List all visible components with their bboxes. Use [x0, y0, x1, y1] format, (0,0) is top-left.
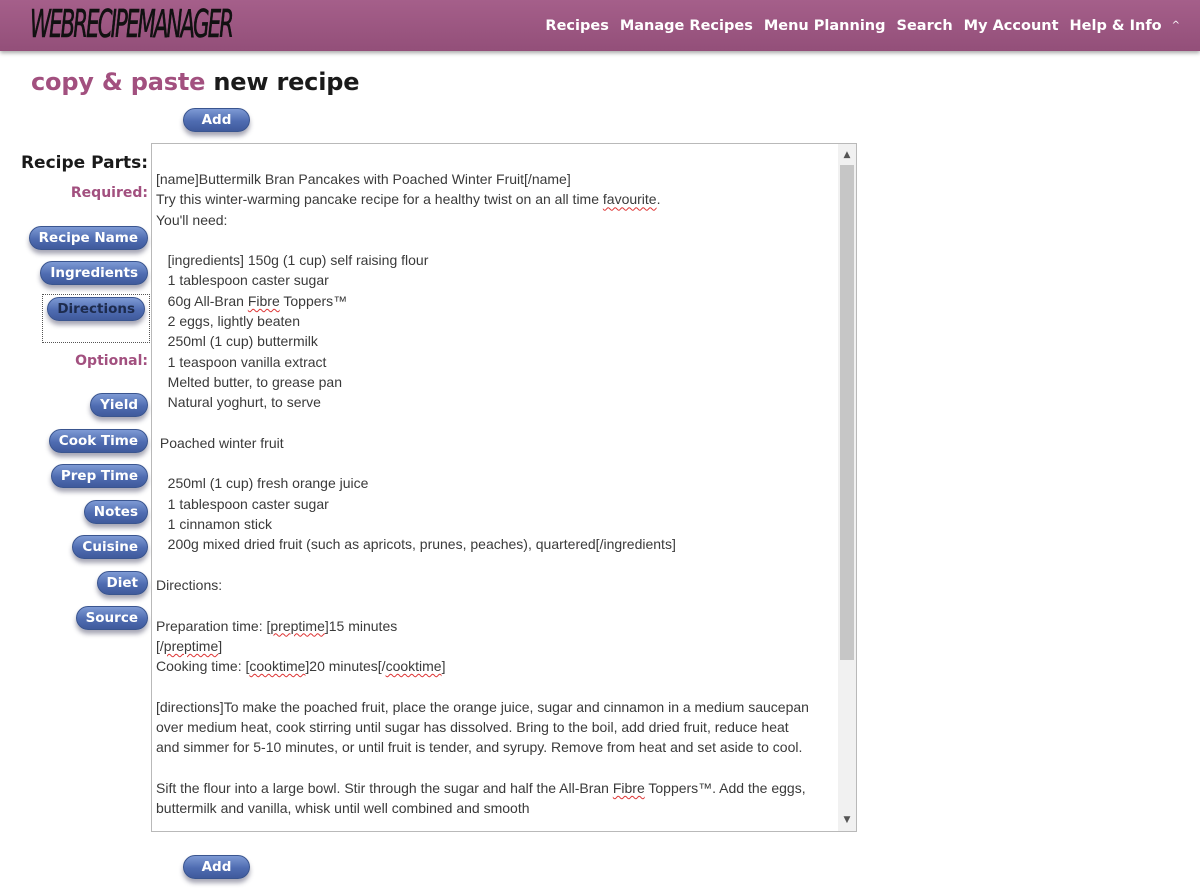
textarea-line: [156, 676, 836, 696]
scroll-thumb[interactable]: [840, 165, 854, 660]
textarea-line: Try this winter-warming pancake recipe f…: [156, 191, 661, 208]
nav-search[interactable]: Search: [897, 18, 953, 34]
spellcheck-word: Fibre: [247, 292, 280, 309]
textarea-line: 250ml (1 cup) buttermilk: [156, 333, 318, 350]
textarea-line: [directions]To make the poached fruit, p…: [156, 698, 809, 715]
nav-help-info[interactable]: Help & Info: [1070, 18, 1162, 34]
nav-menu-planning[interactable]: Menu Planning: [764, 18, 886, 34]
recipe-textarea[interactable]: [name]Buttermilk Bran Pancakes with Poac…: [151, 143, 857, 832]
page-title-accent: copy & paste: [31, 68, 206, 96]
textarea-line: 1 teaspoon vanilla extract: [156, 353, 327, 370]
main-nav: Recipes Manage Recipes Menu Planning Sea…: [534, 0, 1180, 51]
textarea-line: 1 tablespoon caster sugar: [156, 495, 329, 512]
ingredients-button[interactable]: Ingredients: [40, 261, 148, 285]
spellcheck-word: preptime: [270, 617, 325, 634]
textarea-line: Melted butter, to grease pan: [156, 373, 343, 390]
diet-button[interactable]: Diet: [96, 571, 148, 595]
textarea-line: Cooking time: [cooktime]20 minutes[/cook…: [156, 658, 446, 675]
cook-time-button[interactable]: Cook Time: [48, 429, 148, 453]
add-button-top[interactable]: Add: [183, 108, 250, 132]
spellcheck-word: preptime: [163, 637, 219, 654]
optional-label: Optional:: [75, 353, 148, 369]
textarea-line: 2 eggs, lightly beaten: [156, 313, 300, 330]
textarea-line: Preparation time: [preptime]15 minutes: [156, 617, 398, 634]
textarea-line: 1 tablespoon caster sugar: [156, 272, 329, 289]
textarea-scrollbar[interactable]: ▲ ▼: [838, 144, 856, 831]
page-title-rest: new recipe: [213, 68, 360, 96]
textarea-line: Directions:: [156, 576, 223, 593]
spellcheck-word: Fibre: [612, 779, 645, 796]
textarea-line: [156, 555, 836, 575]
textarea-line: [156, 453, 836, 473]
add-button-bottom[interactable]: Add: [183, 855, 250, 879]
app-logo[interactable]: WEBRECIPEMANAGER: [30, 0, 234, 48]
textarea-line: over medium heat, cook stirring until su…: [156, 719, 789, 736]
recipe-name-button[interactable]: Recipe Name: [28, 226, 148, 250]
recipe-parts-heading: Recipe Parts:: [20, 153, 148, 173]
textarea-line: [name]Buttermilk Bran Pancakes with Poac…: [156, 171, 571, 187]
prep-time-button[interactable]: Prep Time: [50, 464, 148, 488]
textarea-line: Natural yoghurt, to serve: [156, 394, 321, 411]
top-header: WEBRECIPEMANAGER Recipes Manage Recipes …: [0, 0, 1200, 51]
directions-button[interactable]: Directions: [47, 297, 145, 321]
textarea-line: [156, 758, 836, 778]
yield-button[interactable]: Yield: [90, 393, 148, 417]
textarea-line: [/preptime]: [156, 637, 223, 654]
textarea-line: You'll need:: [156, 211, 228, 228]
textarea-line: Poached winter fruit: [156, 434, 284, 451]
nav-my-account[interactable]: My Account: [964, 18, 1059, 34]
textarea-line: [ingredients] 150g (1 cup) self raising …: [156, 252, 429, 269]
cuisine-button[interactable]: Cuisine: [72, 535, 148, 559]
page-title: copy & paste new recipe: [31, 68, 359, 96]
source-button[interactable]: Source: [75, 606, 148, 630]
textarea-line: buttermilk and vanilla, whisk until well…: [156, 800, 530, 817]
spellcheck-word: cooktime: [385, 658, 442, 675]
required-label: Required:: [70, 185, 148, 201]
textarea-line: and simmer for 5-10 minutes, or until fr…: [156, 739, 803, 756]
textarea-line: 250ml (1 cup) fresh orange juice: [156, 475, 369, 492]
textarea-line: [156, 413, 836, 433]
scroll-up-arrow-icon[interactable]: ▲: [838, 146, 856, 164]
nav-recipes[interactable]: Recipes: [545, 18, 608, 34]
caret-up-icon[interactable]: ^: [1172, 20, 1180, 31]
textarea-line: 60g All-Bran Fibre Toppers™: [156, 292, 348, 309]
scroll-down-arrow-icon[interactable]: ▼: [838, 811, 856, 829]
spellcheck-word: cooktime: [249, 658, 306, 675]
textarea-line: Sift the flour into a large bowl. Stir t…: [156, 779, 806, 796]
textarea-line: 1 cinnamon stick: [156, 516, 272, 533]
recipe-textarea-content[interactable]: [name]Buttermilk Bran Pancakes with Poac…: [156, 169, 836, 819]
textarea-line: 200g mixed dried fruit (such as apricots…: [156, 536, 676, 553]
textarea-line: [156, 595, 836, 615]
notes-button[interactable]: Notes: [83, 500, 148, 524]
textarea-line: [156, 230, 836, 250]
nav-manage-recipes[interactable]: Manage Recipes: [620, 18, 753, 34]
spellcheck-word: favourite: [602, 191, 657, 208]
